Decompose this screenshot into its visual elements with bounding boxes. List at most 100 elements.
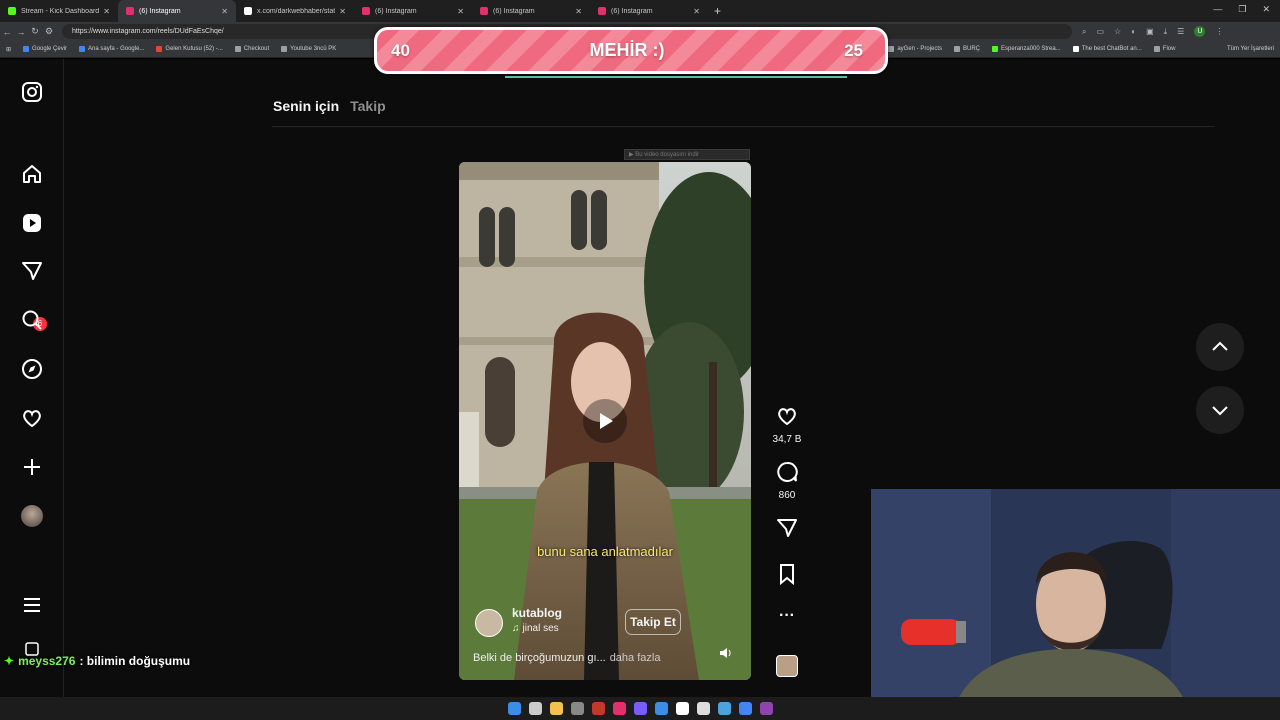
bookmark-item[interactable]: Google Çevir <box>23 46 67 52</box>
download-icon[interactable]: ⤓ <box>1164 27 1168 37</box>
stream-overlay-banner: 40 MEHİR :) 25 <box>374 27 888 74</box>
browser-tab[interactable]: (6) Instagram ✕ <box>472 0 590 22</box>
more-options-icon[interactable]: ··· <box>772 607 802 625</box>
bookmark-item[interactable]: Checkout <box>234 46 269 52</box>
share-action[interactable] <box>772 517 802 544</box>
chrome-icon[interactable] <box>738 702 752 715</box>
reels-icon[interactable] <box>20 211 44 235</box>
bookmark-label: Youtube 3ncü PK <box>290 46 337 52</box>
search-icon[interactable] <box>20 308 44 332</box>
like-heart-icon[interactable] <box>776 405 798 427</box>
settings-icon[interactable] <box>570 702 584 715</box>
tab-divider <box>272 126 1214 127</box>
tab-for-you[interactable]: Senin için <box>273 98 339 114</box>
profile-avatar[interactable]: U <box>1194 26 1206 37</box>
tab-close-icon[interactable]: ✕ <box>339 7 346 16</box>
like-action[interactable]: 34,7 B <box>772 405 802 445</box>
bookmark-label: Google Çevir <box>32 46 68 52</box>
bookmark-item[interactable]: Esperanza000 Strea... <box>992 46 1061 52</box>
bookmark-item[interactable]: Youtube 3ncü PK <box>281 46 336 52</box>
obs-icon[interactable] <box>759 702 773 715</box>
author-name[interactable]: kutablog <box>512 606 562 620</box>
tab-title: (6) Instagram <box>139 7 181 15</box>
reload-icon[interactable]: ↻ <box>28 26 42 37</box>
tab-close-icon[interactable]: ✕ <box>575 7 582 16</box>
comment-icon[interactable] <box>776 461 798 483</box>
bookmark-label: Flow <box>1162 46 1176 52</box>
back-icon[interactable]: ← <box>0 27 14 37</box>
app-icon[interactable] <box>633 702 647 715</box>
zoom-icon[interactable]: ⌕ <box>1082 27 1086 37</box>
new-tab-icon[interactable]: + <box>714 4 721 18</box>
save-action[interactable] <box>772 563 802 590</box>
window-controls: — ❐ ✕ <box>1213 4 1270 15</box>
photoshop-icon[interactable] <box>654 702 668 715</box>
app-icon[interactable] <box>696 702 710 715</box>
browser-tab[interactable]: (6) Instagram ✕ <box>354 0 472 22</box>
messages-icon[interactable] <box>20 259 44 283</box>
follow-button[interactable]: Takip Et <box>625 609 681 635</box>
tab-favicon-icon <box>362 7 370 15</box>
bookmark-item[interactable]: The best ChatBot an... <box>1072 46 1142 52</box>
cast-alt-icon[interactable]: ☰ <box>1177 27 1184 36</box>
audio-thumbnail[interactable] <box>776 655 798 677</box>
browser-tab[interactable]: x.com/darkwebhaber/status/20✕ <box>236 0 354 22</box>
extensions-puzzle-icon[interactable]: ▣ <box>1146 27 1154 36</box>
tab-title: (6) Instagram <box>493 7 535 15</box>
profile-avatar-icon[interactable] <box>20 504 44 528</box>
more-link[interactable]: daha fazla <box>610 652 661 664</box>
explore-compass-icon[interactable] <box>20 357 44 381</box>
sound-icon[interactable] <box>718 646 732 660</box>
next-reel-button[interactable] <box>1196 386 1244 434</box>
bookmark-item[interactable]: BURÇ <box>954 46 980 52</box>
bookmark-icon <box>1153 46 1160 52</box>
comment-action[interactable]: 860 <box>772 461 802 501</box>
tab-close-icon[interactable]: ✕ <box>103 7 110 16</box>
bookmark-item[interactable]: Gelen Kutusu (52) -... <box>156 46 223 52</box>
notifications-heart-icon[interactable] <box>20 406 44 430</box>
tab-close-icon[interactable]: ✕ <box>221 7 228 16</box>
create-plus-icon[interactable] <box>20 455 44 479</box>
menu-dots-icon[interactable]: ⋮ <box>1215 27 1223 36</box>
tab-close-icon[interactable]: ✕ <box>693 7 700 16</box>
opera-icon[interactable] <box>591 702 605 715</box>
bookmark-item[interactable]: Flow <box>1153 46 1176 52</box>
app-icon[interactable] <box>717 702 731 715</box>
browser-tab[interactable]: (6) Instagram ✕ <box>118 0 236 22</box>
cast-icon[interactable]: ▭ <box>1096 27 1104 36</box>
share-icon[interactable] <box>776 517 798 539</box>
extension-icon[interactable]: ◐ <box>1131 27 1136 36</box>
apps-icon[interactable]: ⊞ <box>6 46 11 53</box>
site-info-icon[interactable]: ⚙ <box>42 26 56 37</box>
reel-description[interactable]: Belki de birçoğumuzun gı... daha fazla <box>473 652 660 664</box>
bookmark-icon[interactable] <box>776 563 798 586</box>
browser-tab[interactable]: (6) Instagram ✕ <box>590 0 708 22</box>
minimize-icon[interactable]: — <box>1213 4 1222 15</box>
close-window-icon[interactable]: ✕ <box>1262 4 1270 15</box>
file-explorer-icon[interactable] <box>549 702 563 715</box>
bookmark-item[interactable]: ayGen - Projects <box>888 46 942 52</box>
webcam-frame <box>871 489 1280 720</box>
bookmark-star-icon[interactable]: ☆ <box>1114 27 1121 36</box>
browser-tab[interactable]: Stream - Kick Dashboard ✕ <box>0 0 118 22</box>
author-avatar[interactable] <box>475 609 503 637</box>
home-icon[interactable] <box>20 162 44 186</box>
maximize-icon[interactable]: ❐ <box>1238 4 1246 15</box>
instagram-logo-icon[interactable] <box>20 80 44 104</box>
tab-close-icon[interactable]: ✕ <box>457 7 464 16</box>
tab-following[interactable]: Takip <box>350 98 386 114</box>
more-menu-icon[interactable] <box>20 593 44 617</box>
previous-reel-button[interactable] <box>1196 323 1244 371</box>
forward-icon[interactable]: → <box>14 27 28 37</box>
overlay-title: MEHİR :) <box>589 40 665 60</box>
bookmark-item[interactable]: Ana sayfa - Google... <box>79 46 144 52</box>
tiktok-icon[interactable] <box>675 702 689 715</box>
search-taskbar-icon[interactable] <box>528 702 542 715</box>
all-bookmarks-folder[interactable]: Tüm Yer İşaretleri <box>1227 46 1274 52</box>
instagram-taskbar-icon[interactable] <box>612 702 626 715</box>
audio-label[interactable]: ♫ jinal ses <box>512 623 559 634</box>
start-icon[interactable] <box>507 702 521 715</box>
download-hint[interactable]: ▶ Bu video dosyasını indir <box>624 149 750 160</box>
video-subtitle: bunu sana anlatmadılar <box>537 544 673 559</box>
play-button[interactable] <box>583 399 627 443</box>
